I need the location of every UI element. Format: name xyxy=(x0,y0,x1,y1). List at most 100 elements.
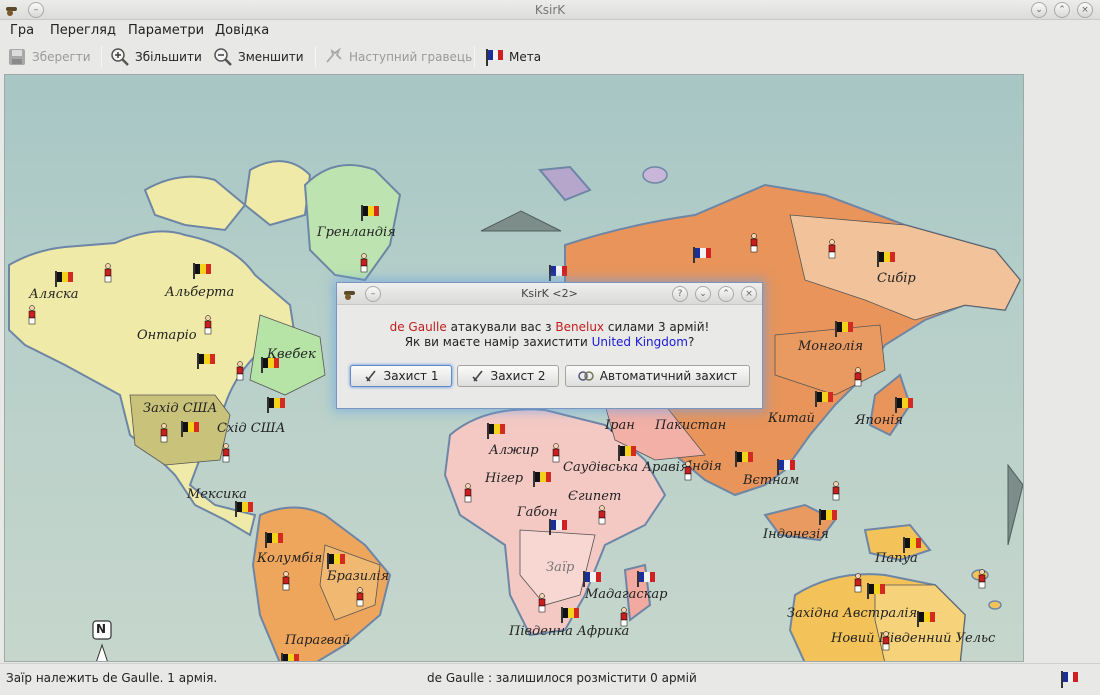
soldier-army-icon[interactable] xyxy=(851,573,865,593)
soldier-army-icon[interactable] xyxy=(975,569,989,589)
belgium-flag-icon[interactable] xyxy=(815,391,833,407)
arctic-island xyxy=(642,166,668,184)
belgium-flag-icon[interactable] xyxy=(618,445,636,461)
territory-label: Пакистан xyxy=(655,418,727,433)
belgium-flag-icon[interactable] xyxy=(261,357,279,373)
territory-label: Схід США xyxy=(217,421,286,436)
belgium-flag-icon[interactable] xyxy=(561,607,579,623)
auto-defend-button[interactable]: Автоматичний захист xyxy=(565,365,750,387)
save-button[interactable]: Зберегти xyxy=(7,45,91,69)
toolbar-separator xyxy=(315,46,316,68)
belgium-flag-icon[interactable] xyxy=(193,263,211,279)
toolbar: Зберегти Збільшити Зменшити Наступний гр… xyxy=(0,42,1100,72)
soldier-army-icon[interactable] xyxy=(879,631,893,651)
belgium-flag-icon[interactable] xyxy=(197,353,215,369)
france-flag-icon[interactable] xyxy=(583,571,601,587)
soldier-army-icon[interactable] xyxy=(279,571,293,591)
soldier-army-icon[interactable] xyxy=(617,607,631,627)
close-icon[interactable]: × xyxy=(741,286,757,302)
compass-needle-icon xyxy=(96,643,108,661)
scandinavia-region[interactable] xyxy=(538,165,592,202)
defend-1-button[interactable]: Захист 1 xyxy=(350,365,452,387)
belgium-flag-icon[interactable] xyxy=(895,397,913,413)
territory-label: Альберта xyxy=(165,285,235,300)
belgium-flag-icon[interactable] xyxy=(361,205,379,221)
territory-label: Заїр xyxy=(546,560,575,575)
territory-label: Захід США xyxy=(143,401,218,416)
soldier-army-icon[interactable] xyxy=(747,233,761,253)
belgium-flag-icon[interactable] xyxy=(819,509,837,525)
soldier-army-icon[interactable] xyxy=(219,443,233,463)
soldier-army-icon[interactable] xyxy=(549,443,563,463)
belgium-flag-icon[interactable] xyxy=(877,251,895,267)
dialog-message: de Gaulle атакували вас з Benelux силами… xyxy=(389,320,710,349)
france-flag-icon[interactable] xyxy=(549,265,567,281)
zoom-in-button[interactable]: Збільшити xyxy=(110,45,202,69)
scroll-up-arrow[interactable] xyxy=(480,210,562,232)
territory-label: Гренландія xyxy=(317,225,396,240)
soldier-army-icon[interactable] xyxy=(461,483,475,503)
soldier-army-icon[interactable] xyxy=(851,367,865,387)
belgium-flag-icon[interactable] xyxy=(235,501,253,517)
france-flag-icon[interactable] xyxy=(693,247,711,263)
maximize-icon[interactable]: ⌃ xyxy=(1054,2,1070,18)
soldier-army-icon[interactable] xyxy=(825,239,839,259)
soldier-army-icon[interactable] xyxy=(157,423,171,443)
scroll-right-arrow[interactable] xyxy=(1007,463,1023,546)
territory-label: Індонезія xyxy=(763,527,829,542)
statusbar: Заїр належить de Gaulle. 1 армія. de Gau… xyxy=(0,663,1100,695)
north-america-region[interactable] xyxy=(8,230,297,537)
next-player-button[interactable]: Наступний гравець xyxy=(324,45,472,69)
belgium-flag-icon[interactable] xyxy=(487,423,505,439)
soldier-army-icon[interactable] xyxy=(535,593,549,613)
menu-settings[interactable]: Параметри xyxy=(128,23,204,38)
soldier-army-icon[interactable] xyxy=(829,481,843,501)
soldier-army-icon[interactable] xyxy=(201,315,215,335)
belgium-flag-icon[interactable] xyxy=(281,653,299,661)
menu-game[interactable]: Гра xyxy=(10,23,34,38)
minimize-icon[interactable]: ⌄ xyxy=(695,286,711,302)
belgium-flag-icon[interactable] xyxy=(55,271,73,287)
territory-label: Саудівська Аравія xyxy=(563,460,689,475)
maximize-icon[interactable]: ⌃ xyxy=(718,286,734,302)
soldier-army-icon[interactable] xyxy=(595,505,609,525)
france-flag-icon[interactable] xyxy=(637,571,655,587)
territory-label: Колумбія xyxy=(257,551,323,566)
close-icon[interactable]: × xyxy=(1077,2,1093,18)
belgium-flag-icon[interactable] xyxy=(181,421,199,437)
territory-label: Південна Африка xyxy=(509,624,630,639)
belgium-flag-icon[interactable] xyxy=(867,583,885,599)
help-icon[interactable]: ? xyxy=(672,286,688,302)
belgium-flag-icon[interactable] xyxy=(267,397,285,413)
soldier-army-icon[interactable] xyxy=(101,263,115,283)
zoom-out-icon xyxy=(214,48,232,66)
belgium-flag-icon[interactable] xyxy=(327,553,345,569)
belgium-flag-icon[interactable] xyxy=(917,611,935,627)
soldier-army-icon[interactable] xyxy=(353,587,367,607)
save-icon xyxy=(9,49,25,65)
france-flag-icon[interactable] xyxy=(549,519,567,535)
soldier-army-icon[interactable] xyxy=(681,461,695,481)
goal-button[interactable]: Мета xyxy=(484,45,541,69)
sword-icon xyxy=(364,370,376,382)
france-flag-icon[interactable] xyxy=(777,459,795,475)
soldier-army-icon[interactable] xyxy=(25,305,39,325)
minimize-icon[interactable]: ⌄ xyxy=(1031,2,1047,18)
menu-help[interactable]: Довідка xyxy=(215,23,269,38)
zoom-out-button[interactable]: Зменшити xyxy=(213,45,304,69)
belgium-flag-icon[interactable] xyxy=(903,537,921,553)
defend-2-button[interactable]: Захист 2 xyxy=(457,365,559,387)
menu-view[interactable]: Перегляд xyxy=(50,23,116,38)
territory-label: Єгипет xyxy=(568,489,622,504)
belgium-flag-icon[interactable] xyxy=(735,451,753,467)
belgium-flag-icon[interactable] xyxy=(533,471,551,487)
territory-label: Алжир xyxy=(489,443,539,458)
soldier-army-icon[interactable] xyxy=(357,253,371,273)
greenland-region[interactable] xyxy=(303,164,402,282)
belgium-flag-icon[interactable] xyxy=(835,321,853,337)
zoom-in-icon xyxy=(111,48,129,66)
territory-label: Мадагаскар xyxy=(585,587,668,602)
belgium-flag-icon[interactable] xyxy=(265,532,283,548)
soldier-army-icon[interactable] xyxy=(233,361,247,381)
target-country: United Kingdom xyxy=(591,335,688,349)
